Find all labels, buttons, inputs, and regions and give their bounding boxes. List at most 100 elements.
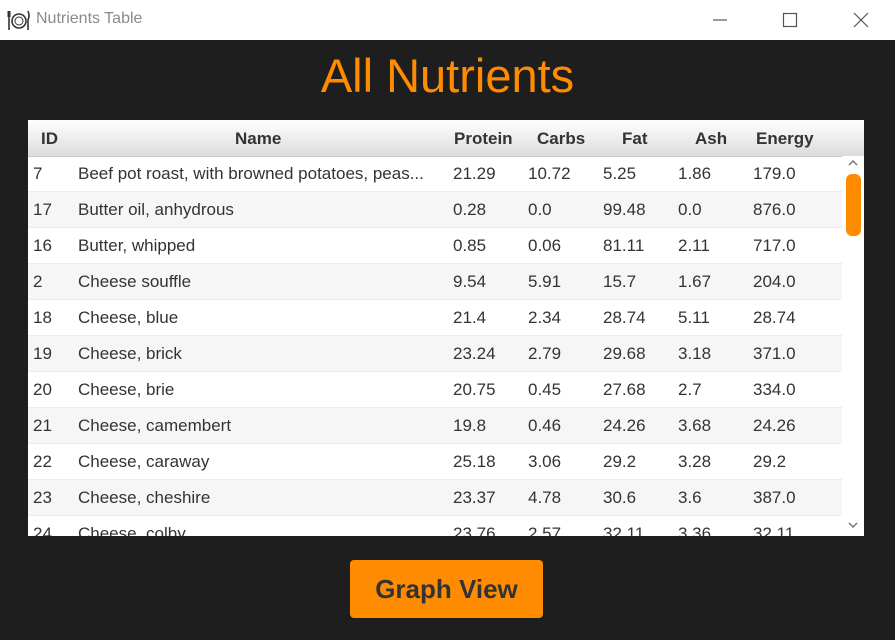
cell-id: 2 (33, 272, 43, 291)
close-icon (853, 12, 869, 28)
cell-energy: 28.74 (753, 308, 796, 327)
cell-id: 20 (33, 380, 52, 399)
cell-carbs: 0.46 (528, 416, 562, 435)
cell-ash: 3.36 (678, 524, 712, 536)
cell-energy: 371.0 (753, 344, 796, 363)
chevron-down-icon[interactable] (848, 520, 858, 530)
column-header-protein[interactable]: Protein (454, 129, 513, 149)
cell-protein: 23.24 (453, 344, 496, 363)
cell-carbs: 5.91 (528, 272, 562, 291)
cell-id: 17 (33, 200, 52, 219)
close-button[interactable] (838, 0, 884, 40)
cell-carbs: 0.45 (528, 380, 562, 399)
column-header-id[interactable]: ID (41, 129, 58, 149)
cell-carbs: 10.72 (528, 164, 571, 183)
cell-protein: 23.76 (453, 524, 496, 536)
table-row[interactable]: 17 Butter oil, anhydrous 0.28 0.0 99.48 … (28, 192, 842, 228)
table-row[interactable]: 19 Cheese, brick 23.24 2.79 29.68 3.18 3… (28, 336, 842, 372)
maximize-button[interactable] (767, 0, 813, 40)
table-row[interactable]: 20 Cheese, brie 20.75 0.45 27.68 2.7 334… (28, 372, 842, 408)
cell-protein: 23.37 (453, 488, 496, 507)
cell-ash: 1.86 (678, 164, 712, 183)
chevron-up-icon[interactable] (848, 158, 858, 168)
cell-protein: 9.54 (453, 272, 487, 291)
cell-name: Butter, whipped (78, 236, 196, 255)
cell-id: 18 (33, 308, 52, 327)
column-header-fat[interactable]: Fat (622, 129, 648, 149)
cell-protein: 25.18 (453, 452, 496, 471)
cell-fat: 29.68 (603, 344, 646, 363)
cell-id: 21 (33, 416, 52, 435)
cell-fat: 32.11 (603, 524, 645, 536)
cell-fat: 15.7 (603, 272, 637, 291)
cell-energy: 179.0 (753, 164, 796, 183)
cell-name: Cheese, caraway (78, 452, 210, 471)
cell-energy: 24.26 (753, 416, 796, 435)
table-row[interactable]: 24 Cheese, colby 23.76 2.57 32.11 3.36 3… (28, 516, 842, 536)
cell-fat: 30.6 (603, 488, 637, 507)
cell-carbs: 3.06 (528, 452, 562, 471)
cell-energy: 717.0 (753, 236, 796, 255)
table-row[interactable]: 16 Butter, whipped 0.85 0.06 81.11 2.11 … (28, 228, 842, 264)
cell-id: 24 (33, 524, 52, 536)
cell-ash: 2.11 (678, 236, 710, 255)
cell-name: Cheese, brick (78, 344, 182, 363)
plate-fork-knife-icon (7, 10, 30, 30)
cell-protein: 20.75 (453, 380, 496, 399)
cell-name: Cheese, camembert (78, 416, 232, 435)
table-row[interactable]: 2 Cheese souffle 9.54 5.91 15.7 1.67 204… (28, 264, 842, 300)
column-header-name[interactable]: Name (235, 129, 281, 149)
cell-carbs: 2.79 (528, 344, 562, 363)
cell-ash: 0.0 (678, 200, 702, 219)
cell-fat: 29.2 (603, 452, 637, 471)
table-row[interactable]: 18 Cheese, blue 21.4 2.34 28.74 5.11 28.… (28, 300, 842, 336)
cell-name: Cheese, cheshire (78, 488, 211, 507)
cell-ash: 2.7 (678, 380, 702, 399)
table-header: ID Name Protein Carbs Fat Ash Energy (28, 120, 864, 157)
table-row[interactable]: 21 Cheese, camembert 19.8 0.46 24.26 3.6… (28, 408, 842, 444)
cell-protein: 21.29 (453, 164, 496, 183)
column-header-carbs[interactable]: Carbs (537, 129, 585, 149)
cell-fat: 28.74 (603, 308, 646, 327)
cell-fat: 27.68 (603, 380, 646, 399)
cell-name: Cheese, colby (78, 524, 186, 536)
cell-id: 22 (33, 452, 52, 471)
cell-fat: 81.11 (603, 236, 645, 255)
cell-id: 23 (33, 488, 52, 507)
table-body: 7 Beef pot roast, with browned potatoes,… (28, 156, 842, 536)
cell-fat: 99.48 (603, 200, 646, 219)
cell-energy: 334.0 (753, 380, 796, 399)
column-header-energy[interactable]: Energy (756, 129, 814, 149)
cell-ash: 3.6 (678, 488, 702, 507)
cell-name: Butter oil, anhydrous (78, 200, 234, 219)
cell-carbs: 0.0 (528, 200, 552, 219)
table-row[interactable]: 23 Cheese, cheshire 23.37 4.78 30.6 3.6 … (28, 480, 842, 516)
title-bar: Nutrients Table (0, 0, 895, 40)
cell-ash: 3.28 (678, 452, 712, 471)
graph-view-button[interactable]: Graph View (350, 560, 543, 618)
cell-energy: 387.0 (753, 488, 796, 507)
cell-name: Cheese souffle (78, 272, 192, 291)
cell-protein: 21.4 (453, 308, 487, 327)
cell-id: 16 (33, 236, 52, 255)
cell-carbs: 2.57 (528, 524, 562, 536)
cell-id: 19 (33, 344, 52, 363)
cell-energy: 204.0 (753, 272, 796, 291)
cell-carbs: 0.06 (528, 236, 562, 255)
minimize-button[interactable] (697, 0, 743, 40)
table-row[interactable]: 7 Beef pot roast, with browned potatoes,… (28, 156, 842, 192)
cell-id: 7 (33, 164, 43, 183)
cell-protein: 0.85 (453, 236, 487, 255)
cell-ash: 5.11 (678, 308, 710, 327)
page-title: All Nutrients (320, 49, 575, 102)
cell-energy: 32.11 (753, 524, 795, 536)
cell-energy: 876.0 (753, 200, 796, 219)
maximize-icon (782, 12, 798, 28)
scrollbar-thumb[interactable] (846, 174, 861, 236)
cell-fat: 5.25 (603, 164, 637, 183)
window-title: Nutrients Table (36, 10, 143, 27)
vertical-scrollbar[interactable] (842, 156, 864, 536)
cell-energy: 29.2 (753, 452, 787, 471)
column-header-ash[interactable]: Ash (695, 129, 727, 149)
table-row[interactable]: 22 Cheese, caraway 25.18 3.06 29.2 3.28 … (28, 444, 842, 480)
